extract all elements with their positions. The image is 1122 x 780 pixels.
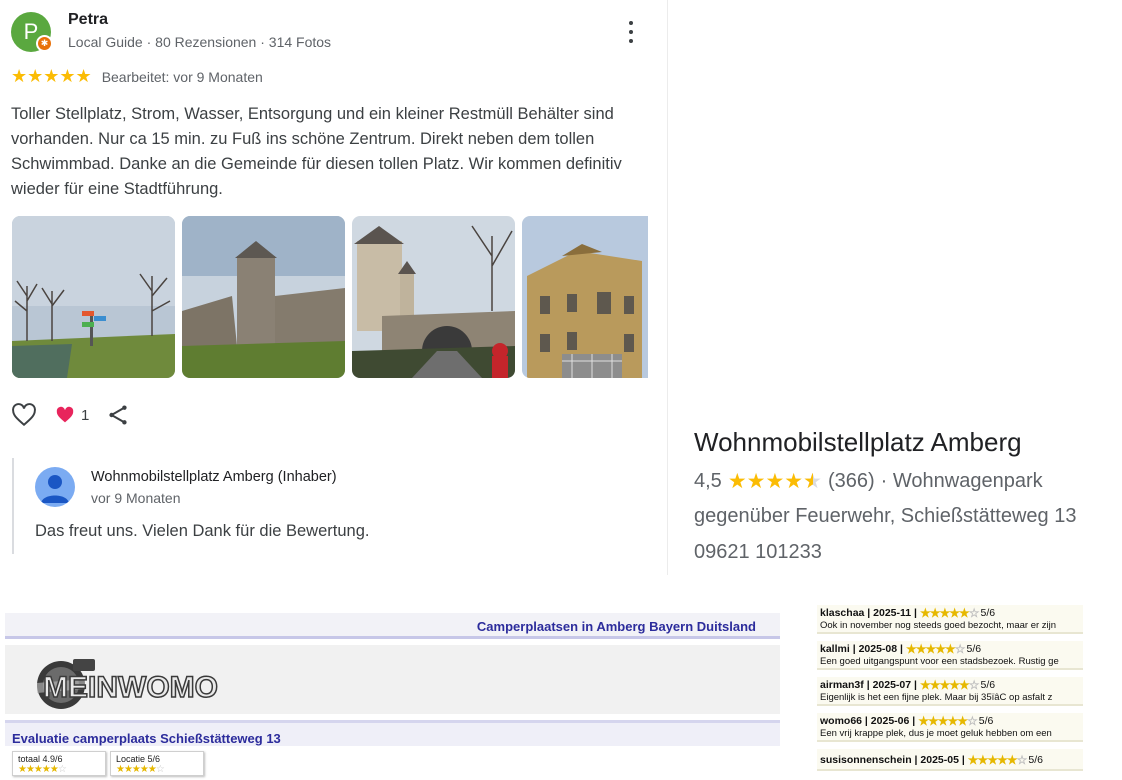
score-location: Locatie 5/6 ★★★★★☆: [110, 751, 204, 776]
list-item[interactable]: airman3f | 2025-07 | ★★★★★☆ 5/6 Eigenlijk …: [817, 677, 1083, 706]
share-icon: [109, 405, 127, 425]
owner-avatar[interactable]: [35, 467, 75, 507]
place-rating-stars: ★★★★★★: [727, 470, 822, 493]
place-type: · Wohnwagenpark: [880, 470, 1043, 492]
place-name[interactable]: Wohnmobilstellplatz Amberg: [694, 427, 1022, 458]
owner-reply-time: vor 9 Monaten: [91, 490, 181, 506]
site-header: Camperplaatsen in Amberg Bayern Duitslan…: [5, 613, 780, 639]
review-photo-4[interactable]: [522, 216, 648, 378]
place-info: Wohnmobilstellplatz Amberg 4,5 ★★★★★★ (3…: [668, 0, 1122, 575]
place-address: gegenüber Feuerwehr, Schießstätteweg 13: [694, 505, 1077, 527]
place-rating-value: 4,5: [694, 470, 722, 492]
list-item[interactable]: klaschaa | 2025-11 | ★★★★★☆ 5/6 Ook in nov…: [817, 605, 1083, 634]
review-card: P ✱ Petra Local Guide · 80 Rezensionen ·…: [0, 0, 668, 575]
reply-indent-bar: [12, 458, 14, 554]
reviewer-meta: Local Guide · 80 Rezensionen · 314 Fotos: [68, 34, 332, 50]
site-logo-area: MEINWOMO: [5, 645, 780, 717]
score-total: totaal 4.9/6 ★★★★★☆: [12, 751, 106, 776]
list-item[interactable]: susisonnenschein | 2025-05 | ★★★★★☆ 5/6: [817, 749, 1083, 771]
person-icon: [41, 475, 69, 503]
list-item[interactable]: kallmi | 2025-08 | ★★★★★☆ 5/6 Een goed uit…: [817, 641, 1083, 670]
camperplaatsen-site: Camperplaatsen in Amberg Bayern Duitslan…: [0, 605, 780, 780]
owner-name[interactable]: Wohnmobilstellplatz Amberg (Inhaber): [91, 469, 337, 485]
more-vert-icon[interactable]: [622, 18, 640, 46]
score-total-label: totaal 4.9/6: [18, 754, 63, 764]
score-total-stars: ★★★★★☆: [18, 764, 67, 775]
dutch-reviews-list: klaschaa | 2025-11 | ★★★★★☆ 5/6 Ook in nov…: [817, 605, 1083, 773]
heart-outline-icon: [12, 403, 36, 427]
review-text: Toller Stellplatz, Strom, Wasser, Entsor…: [11, 105, 622, 198]
edited-time: Bearbeitet: vor 9 Monaten: [101, 68, 263, 85]
heart-filled-icon: [56, 406, 74, 423]
rating-stars: ★★★★★: [11, 66, 92, 86]
site-header-title[interactable]: Camperplaatsen in Amberg Bayern Duitslan…: [477, 619, 756, 634]
local-guide-badge-icon: ✱: [36, 35, 53, 52]
place-rating-row: 4,5 ★★★★★★ (366) · Wohnwagenpark: [694, 469, 1043, 494]
review-photo-1[interactable]: [12, 216, 175, 378]
review-photo-2[interactable]: [182, 216, 345, 378]
like-count: 1: [81, 406, 90, 424]
place-phone[interactable]: 09621 101233: [694, 541, 822, 564]
score-location-stars: ★★★★★☆: [116, 764, 165, 775]
list-item[interactable]: womo66 | 2025-06 | ★★★★★☆ 5/6 Een vrij kra…: [817, 713, 1083, 742]
half-star-icon: ★★: [803, 470, 822, 493]
site-section-header: Evaluatie camperplaats Schießstätteweg 1…: [5, 720, 780, 746]
owner-reply-text: Das freut uns. Vielen Dank für die Bewer…: [35, 522, 370, 540]
svg-text:MEINWOMO: MEINWOMO: [43, 671, 218, 704]
score-location-label: Locatie 5/6: [116, 754, 161, 764]
site-section-title: Evaluatie camperplaats Schießstätteweg 1…: [12, 731, 281, 746]
review-rating: ★★★★★ Bearbeitet: vor 9 Monaten: [11, 66, 263, 87]
share-button[interactable]: [107, 404, 129, 426]
meinwomo-logo[interactable]: MEINWOMO: [23, 649, 253, 713]
likes-indicator[interactable]: 1: [55, 406, 89, 424]
review-actions: 1: [11, 403, 147, 427]
like-button[interactable]: [11, 403, 37, 427]
reviewer-name[interactable]: Petra: [68, 11, 108, 29]
place-review-count[interactable]: (366): [828, 470, 875, 493]
review-photo-3[interactable]: [352, 216, 515, 378]
